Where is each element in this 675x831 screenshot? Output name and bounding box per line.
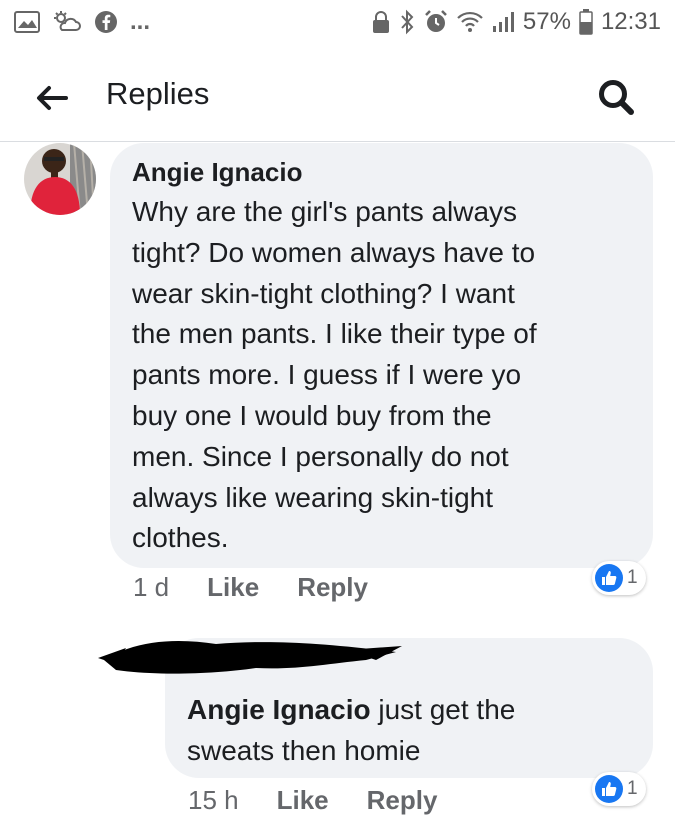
back-button[interactable] xyxy=(34,80,70,116)
reaction-count: 1 xyxy=(627,567,638,588)
reaction-count: 1 xyxy=(627,778,638,799)
battery-percent: 57% xyxy=(522,8,571,35)
comment-bubble[interactable]: Angie Ignacio Why are the girl's pants a… xyxy=(110,143,653,568)
lock-icon xyxy=(371,10,391,34)
gallery-icon xyxy=(14,11,40,33)
weather-icon xyxy=(52,10,82,34)
comment-line: pants more. I guess if I were yo xyxy=(132,359,522,391)
reply-reply-button[interactable]: Reply xyxy=(367,785,438,816)
comment-line: clothes. xyxy=(132,522,229,554)
battery-icon xyxy=(579,9,593,35)
search-button[interactable] xyxy=(595,76,637,118)
comment-line: men. Since I personally do not xyxy=(132,440,509,472)
reply-actions: 15 h Like Reply xyxy=(188,785,475,816)
comment-line: always like wearing skin-tight xyxy=(132,481,494,513)
header-divider xyxy=(0,141,675,142)
reply-like-button[interactable]: Like xyxy=(277,785,329,816)
page-title: Replies xyxy=(106,76,210,111)
comment-timestamp[interactable]: 1 d xyxy=(133,572,169,603)
facebook-icon xyxy=(94,10,118,34)
bluetooth-icon xyxy=(399,9,415,35)
notification-icons: ... xyxy=(14,8,150,36)
like-button[interactable]: Like xyxy=(207,572,259,603)
comment-line: wear skin-tight clothing? I want xyxy=(132,277,515,309)
thumbs-up-icon xyxy=(595,564,623,592)
redacted-author-scribble xyxy=(98,641,402,674)
reply-reaction-count-badge[interactable]: 1 xyxy=(592,772,646,806)
status-bar: ... 57% 12:31 xyxy=(0,0,675,44)
system-icons: 57% 12:31 xyxy=(371,8,661,36)
comment-line: tight? Do women always have to xyxy=(132,236,536,268)
back-arrow-icon xyxy=(37,86,68,110)
comment-author[interactable]: Angie Ignacio xyxy=(132,157,631,187)
more-notifications-indicator: ... xyxy=(130,8,151,35)
wifi-icon xyxy=(457,10,483,34)
reply-text: Angie Ignacio just get the sweats then h… xyxy=(187,690,631,772)
reply-timestamp[interactable]: 15 h xyxy=(188,785,239,816)
reply-text-second: sweats then homie xyxy=(187,734,421,766)
reply-button[interactable]: Reply xyxy=(297,572,368,603)
reaction-count-badge[interactable]: 1 xyxy=(592,561,646,595)
avatar[interactable] xyxy=(24,143,96,215)
profile-photo xyxy=(24,143,96,215)
comment-line: the men pants. I like their type of xyxy=(132,318,537,350)
clock: 12:31 xyxy=(600,8,661,35)
alarm-icon xyxy=(423,9,449,35)
replies-header: Replies xyxy=(0,58,675,138)
mention-link[interactable]: Angie Ignacio xyxy=(187,694,371,725)
comment-text: Why are the girl's pants always tight? D… xyxy=(132,192,631,559)
comment-actions: 1 d Like Reply xyxy=(133,572,406,603)
comment-line: Why are the girl's pants always xyxy=(132,196,518,227)
thumbs-up-icon xyxy=(595,775,623,803)
comment-line: buy one I would buy from the xyxy=(132,399,492,431)
signal-icon xyxy=(491,10,515,34)
reply-text-first: just get the xyxy=(370,694,516,725)
search-icon xyxy=(599,80,634,115)
